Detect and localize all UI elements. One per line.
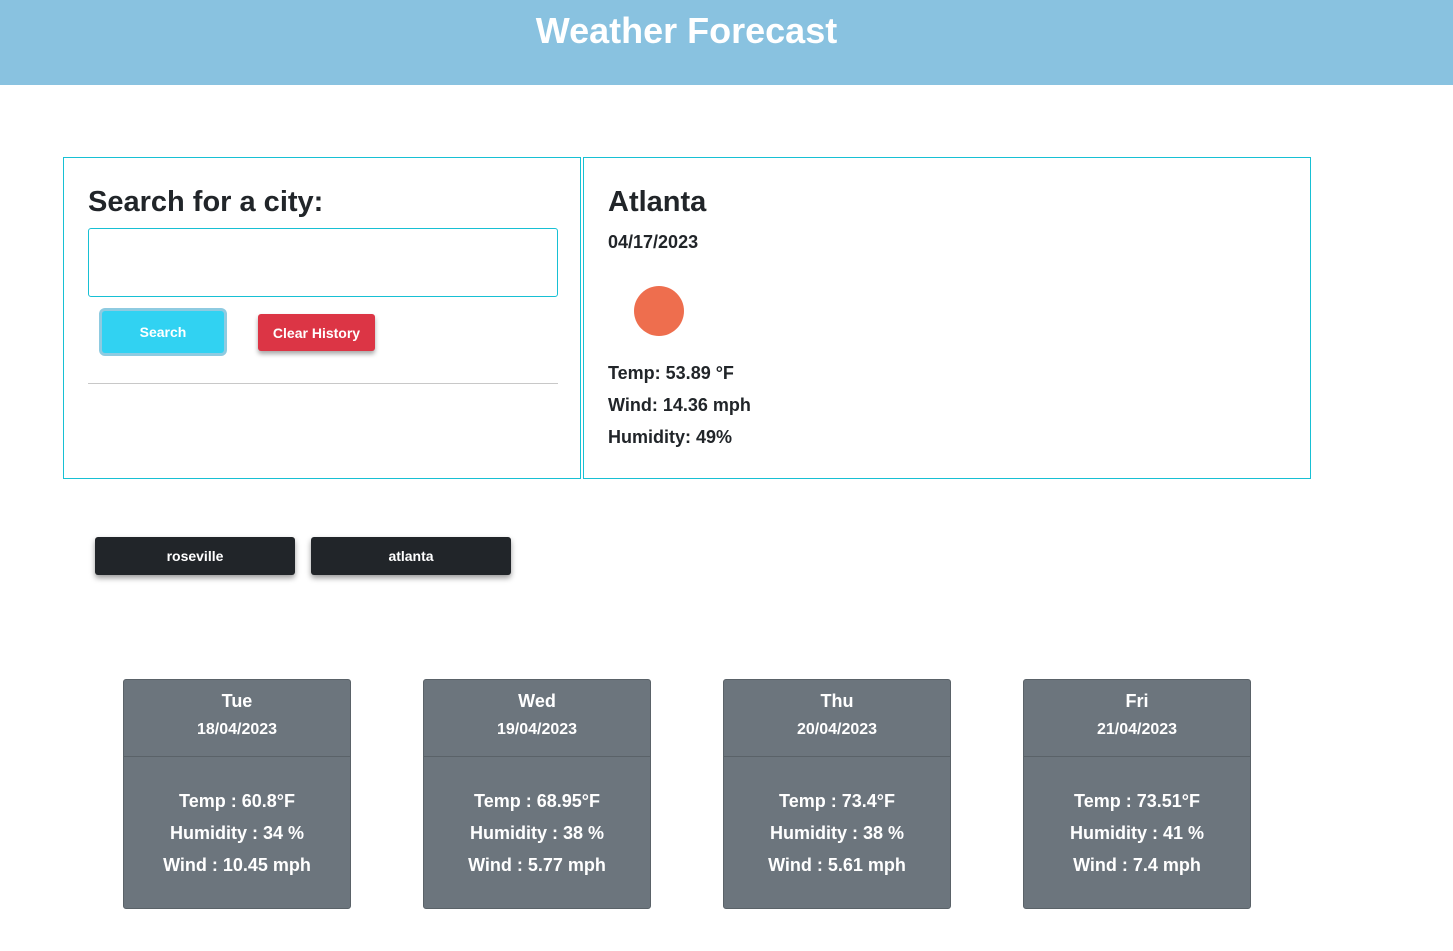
- city-search-input[interactable]: [88, 228, 558, 297]
- forecast-day: Thu: [820, 691, 854, 711]
- forecast-humidity: Humidity : 38 %: [769, 823, 905, 843]
- divider: [88, 383, 558, 384]
- clear-history-button[interactable]: Clear History: [258, 314, 375, 351]
- forecast-humidity: Humidity : 34 %: [169, 823, 305, 843]
- forecast-wind: Wind : 5.61 mph: [768, 855, 906, 875]
- forecast-card: Fri 21/04/2023 Temp : 73.51°F Humidity :…: [1023, 679, 1251, 909]
- history-button-roseville[interactable]: roseville: [95, 537, 295, 575]
- forecast-card: Thu 20/04/2023 Temp : 73.4°F Humidity : …: [723, 679, 951, 909]
- forecast-date: 20/04/2023: [796, 721, 878, 738]
- history-button-atlanta[interactable]: atlanta: [311, 537, 511, 575]
- forecast-temp: Temp : 73.51°F: [1074, 791, 1200, 811]
- forecast-humidity: Humidity : 41 %: [1069, 823, 1205, 843]
- forecast-day: Tue: [221, 691, 253, 711]
- forecast-day: Wed: [518, 691, 556, 711]
- current-city-name: Atlanta: [608, 186, 707, 218]
- forecast-humidity: Humidity : 38 %: [469, 823, 605, 843]
- forecast-wind: Wind : 10.45 mph: [163, 855, 311, 875]
- current-date: 04/17/2023: [608, 232, 699, 252]
- current-weather-panel: Atlanta 04/17/2023 Temp: 53.89 °F Wind: …: [583, 157, 1311, 479]
- forecast-temp: Temp : 60.8°F: [179, 791, 295, 811]
- forecast-temp: Temp : 73.4°F: [779, 791, 895, 811]
- search-panel: Search for a city: Search Clear History: [63, 157, 581, 479]
- search-heading: Search for a city:: [88, 186, 324, 218]
- forecast-card-header: Tue 18/04/2023: [124, 680, 350, 757]
- forecast-card-header: Thu 20/04/2023: [724, 680, 950, 757]
- weather-icon: [634, 286, 684, 336]
- forecast-date: 19/04/2023: [496, 721, 578, 738]
- forecast-wind: Wind : 7.4 mph: [1073, 855, 1201, 875]
- forecast-card: Wed 19/04/2023 Temp : 68.95°F Humidity :…: [423, 679, 651, 909]
- current-wind: Wind: 14.36 mph: [608, 395, 751, 415]
- forecast-date: 21/04/2023: [1096, 721, 1178, 738]
- search-button[interactable]: Search: [102, 311, 224, 353]
- forecast-date: 18/04/2023: [196, 721, 278, 738]
- page-title: Weather Forecast: [535, 10, 838, 51]
- current-temp: Temp: 53.89 °F: [608, 363, 734, 383]
- forecast-wind: Wind : 5.77 mph: [468, 855, 606, 875]
- forecast-card-header: Fri 21/04/2023: [1024, 680, 1250, 757]
- forecast-temp: Temp : 68.95°F: [474, 791, 600, 811]
- page-header: Weather Forecast: [0, 0, 1453, 85]
- forecast-card-header: Wed 19/04/2023: [424, 680, 650, 757]
- current-humidity: Humidity: 49%: [608, 427, 733, 447]
- forecast-day: Fri: [1125, 691, 1149, 711]
- forecast-card: Tue 18/04/2023 Temp : 60.8°F Humidity : …: [123, 679, 351, 909]
